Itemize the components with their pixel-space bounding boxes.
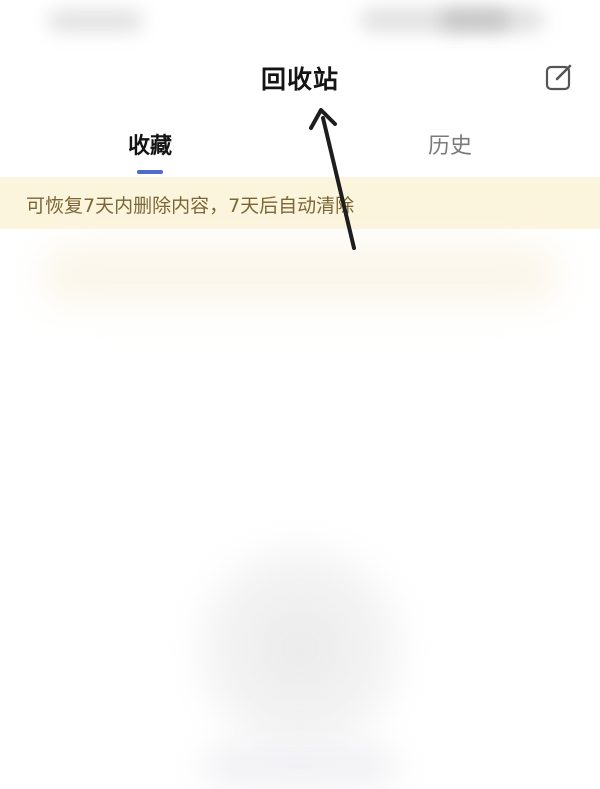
active-tab-indicator <box>137 170 163 174</box>
empty-state-band-blur <box>40 244 560 304</box>
tab-bar: 收藏 历史 <box>0 120 600 176</box>
retention-notice-banner: 可恢复7天内删除内容，7天后自动清除 <box>0 177 600 229</box>
page-title: 回收站 <box>260 65 339 94</box>
empty-state-caption-blur <box>205 754 395 780</box>
status-bar-time-blur <box>48 10 143 32</box>
status-bar <box>0 0 600 44</box>
header: 回收站 <box>0 52 600 104</box>
tab-history[interactable]: 历史 <box>390 128 510 160</box>
edit-button[interactable] <box>544 62 574 92</box>
retention-notice-text: 可恢复7天内删除内容，7天后自动清除 <box>26 195 355 217</box>
status-bar-battery-blur <box>440 10 510 30</box>
empty-state <box>0 229 600 789</box>
edit-icon <box>545 64 572 91</box>
tab-favorites[interactable]: 收藏 <box>90 128 210 160</box>
empty-state-illustration-inner <box>255 604 345 694</box>
